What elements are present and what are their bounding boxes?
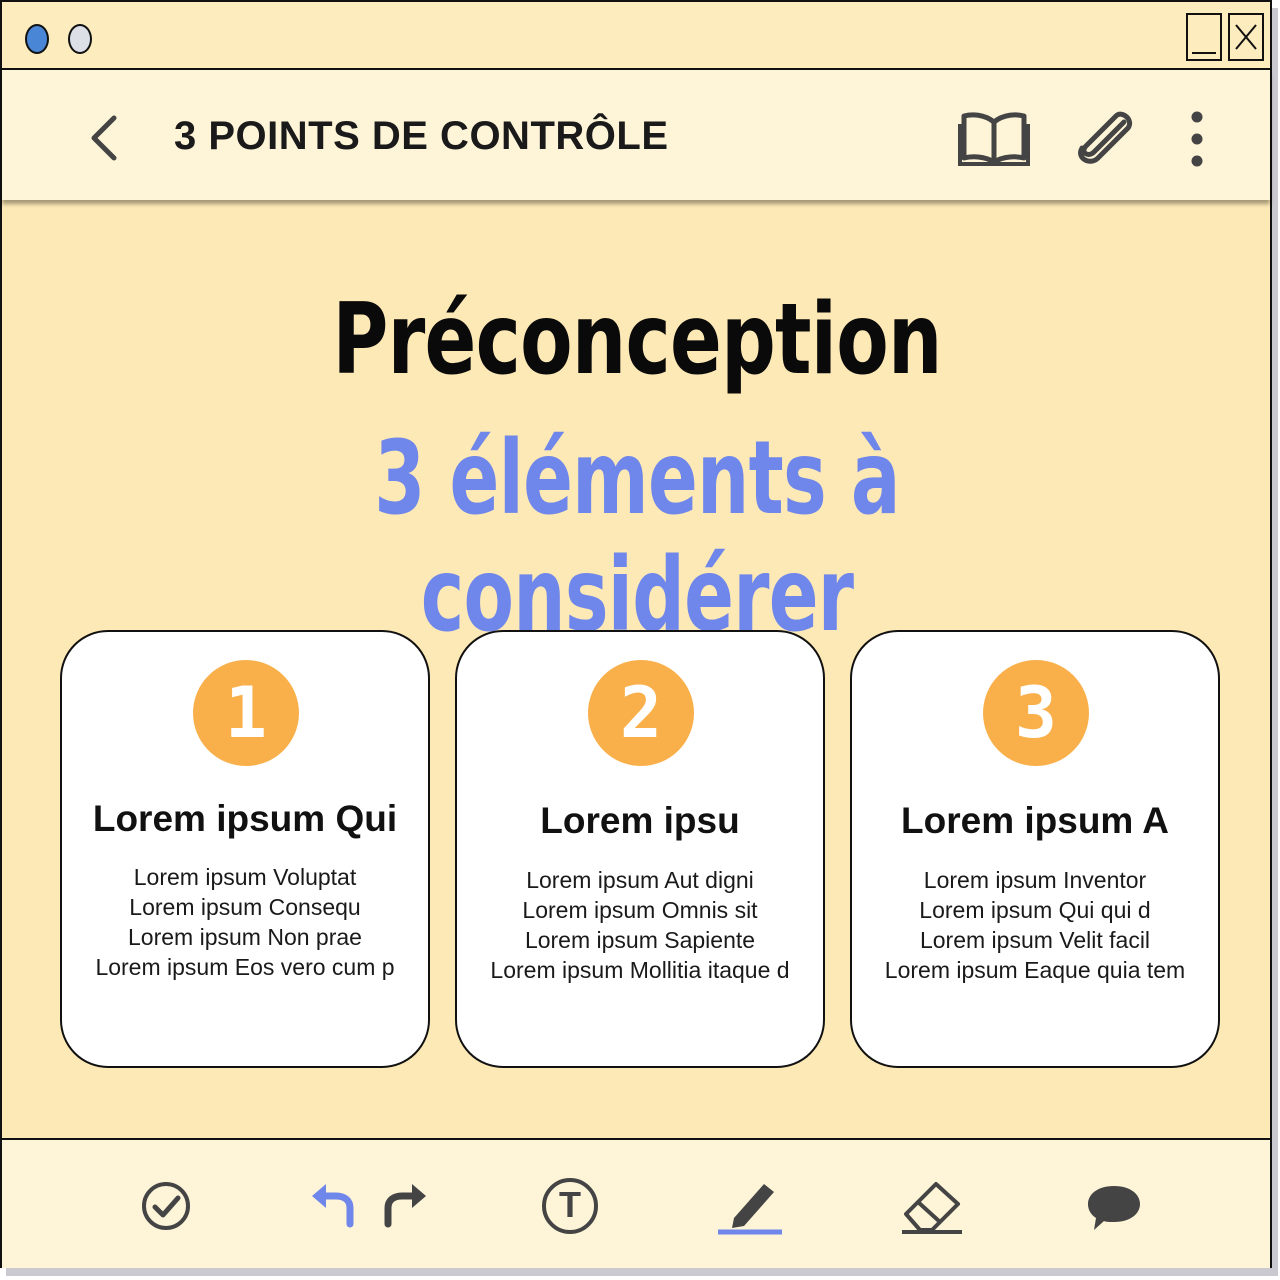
step-badge: 1 [193,660,299,766]
comment-icon[interactable] [1086,1182,1142,1234]
card-line: Lorem ipsum Velit facil [919,927,1151,953]
step-badge: 2 [588,660,694,766]
card-line: Lorem ipsum Aut digni [526,867,754,893]
minimize-button[interactable] [1186,13,1222,61]
app-bar: 3 POINTS DE CONTRÔLE [2,70,1270,200]
card-title: Lorem ipsum A [901,800,1169,841]
text-tool-glyph: T [559,1184,581,1225]
more-vertical-icon[interactable] [1180,108,1214,170]
undo-icon[interactable] [310,1182,358,1228]
app-window: 3 POINTS DE CONTRÔLE Préconception 3 élé… [0,0,1272,1268]
main-subheading: 3 éléments à considérer [374,419,900,656]
eraser-icon[interactable] [898,1176,966,1236]
card-2: 2 Lorem ipsu Lorem ipsum Aut digni Lorem… [455,630,825,1068]
card-line: Lorem ipsum Inventor [923,867,1147,893]
title-bar [2,2,1270,70]
card-line: Lorem ipsum Sapiente [524,927,756,953]
card-line: Lorem ipsum Non prae [128,924,362,950]
pen-icon[interactable] [716,1176,784,1236]
text-tool-button[interactable]: T [540,1176,600,1236]
page-title: 3 POINTS DE CONTRÔLE [174,114,669,158]
card-line: Lorem ipsum Voluptat [133,864,357,890]
card-lines: Lorem ipsum Inventor Lorem ipsum Qui qui… [852,865,1218,985]
close-icon [1235,24,1257,50]
card-lines: Lorem ipsum Aut digni Lorem ipsum Omnis … [457,865,823,985]
card-line: Lorem ipsum Consequ [129,894,361,920]
redo-icon[interactable] [380,1182,428,1228]
paperclip-icon[interactable] [1072,108,1142,170]
close-button[interactable] [1228,13,1264,61]
card-line: Lorem ipsum Eos vero cum p [95,954,395,980]
bottom-toolbar: T [2,1138,1270,1268]
card-line: Lorem ipsum Qui qui d [919,897,1151,923]
chevron-left-icon[interactable] [82,110,132,166]
main-heading: Préconception [332,283,942,397]
card-title: Lorem ipsum Qui [92,798,398,839]
book-icon[interactable] [958,108,1030,168]
card-line: Lorem ipsum Mollitia itaque d [490,957,790,983]
card-line: Lorem ipsum Omnis sit [522,897,758,923]
window-dot-grey[interactable] [68,24,92,54]
check-circle-icon[interactable] [140,1180,192,1232]
card-lines: Lorem ipsum Voluptat Lorem ipsum Consequ… [62,862,428,982]
card-1: 1 Lorem ipsum Qui Lorem ipsum Voluptat L… [60,630,430,1068]
card-3: 3 Lorem ipsum A Lorem ipsum Inventor Lor… [850,630,1220,1068]
card-line: Lorem ipsum Eaque quia tem [884,957,1186,983]
step-badge: 3 [983,660,1089,766]
window-dot-blue[interactable] [25,24,49,54]
card-title: Lorem ipsu [540,800,740,841]
